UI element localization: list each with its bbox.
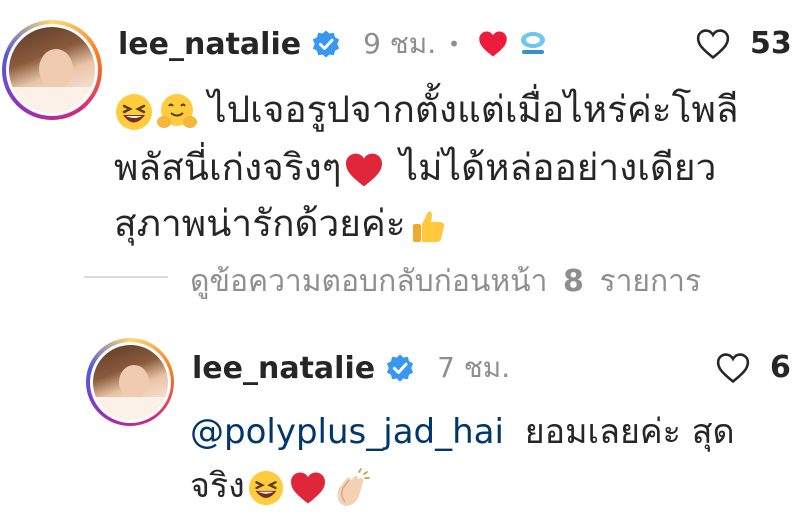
avatar[interactable] <box>2 20 102 120</box>
comment-line-1: ไปเจอรูปจากตั้งแต่เมื่อไหร่ค่ะโพลี <box>114 84 739 136</box>
comment-text-line-2b: ไม่ได้หล่ออย่างเดียว <box>399 146 717 189</box>
heart-emoji <box>290 472 325 503</box>
reply-line-2: จริง <box>190 460 371 512</box>
view-replies-count: 8 <box>563 264 584 299</box>
reply-timestamp: 7 ชม. <box>437 351 511 384</box>
verified-icon <box>312 30 340 58</box>
comment-text-line-2a: พลัสนี่เก่งจริงๆ <box>114 146 342 189</box>
comment-line-3: สุภาพน่ารักด้วยค่ะ <box>114 198 448 250</box>
like-count: 53 <box>750 26 792 61</box>
reply-avatar[interactable] <box>86 338 174 426</box>
reply-username[interactable]: lee_natalie <box>192 351 375 386</box>
like-heart-icon[interactable] <box>696 28 730 60</box>
heart-emoji <box>345 153 382 186</box>
reply-verified-icon <box>386 354 414 382</box>
timestamp: 9 ชม. <box>363 27 437 60</box>
reply-line-1: @polyplus_jad_hai ยอมเลยค่ะ สุด <box>190 406 735 458</box>
thumbs-up-emoji <box>412 211 444 242</box>
avatar-photo <box>9 27 95 113</box>
laughing-emoji <box>248 470 283 505</box>
reply-text-line-2: จริง <box>190 466 245 506</box>
view-replies-line <box>84 276 168 278</box>
separator-dot: • <box>448 32 460 56</box>
comment-header: lee_natalie 9 ชม. • <box>118 24 550 64</box>
laughing-emoji <box>116 93 152 130</box>
comment-text-line-1: ไปเจอรูปจากตั้งแต่เมื่อไหร่ค่ะโพลี <box>208 88 739 131</box>
clapping-emoji <box>337 467 370 506</box>
view-previous-replies[interactable]: ดูข้อความตอบกลับก่อนหน้า 8 รายการ <box>190 258 701 305</box>
reply-avatar-photo <box>92 344 168 420</box>
view-replies-text: ดูข้อความตอบกลับก่อนหน้า <box>190 264 548 299</box>
hug-emoji <box>157 93 197 128</box>
reply-header: lee_natalie 7 ชม. <box>192 348 510 388</box>
comment-line-2: พลัสนี่เก่งจริงๆ ไม่ได้หล่ออย่างเดียว <box>114 142 716 194</box>
comment-text-line-3: สุภาพน่ารักด้วยค่ะ <box>114 202 406 245</box>
heart-icon <box>479 31 507 57</box>
reply-text-line-1: ยอมเลยค่ะ สุด <box>524 412 735 452</box>
reply-mention-link[interactable]: @polyplus_jad_hai <box>190 412 504 452</box>
view-replies-suffix: รายการ <box>599 264 702 299</box>
reply-like-heart-icon[interactable] <box>716 352 750 384</box>
sticker-icon <box>520 32 545 54</box>
reply-like-count: 6 <box>770 350 791 385</box>
username[interactable]: lee_natalie <box>118 27 301 62</box>
